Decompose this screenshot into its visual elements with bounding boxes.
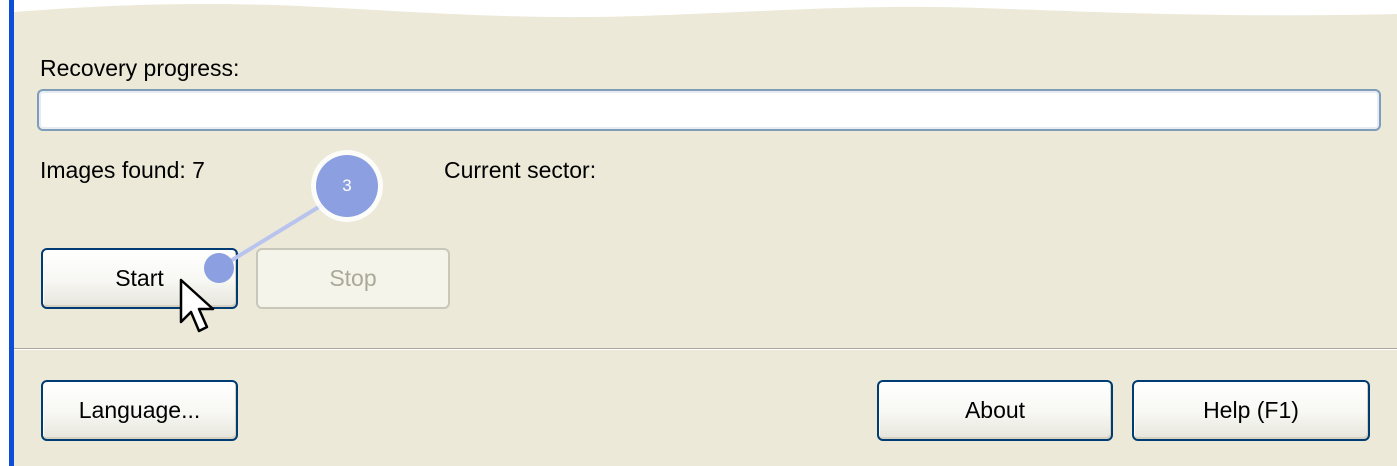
window-left-border <box>9 0 14 466</box>
help-button[interactable]: Help (F1) <box>1132 380 1370 441</box>
current-sector-status: Current sector: <box>444 157 597 183</box>
section-divider <box>14 348 1397 350</box>
recovery-progress-label: Recovery progress: <box>40 55 240 81</box>
about-button[interactable]: About <box>877 380 1113 441</box>
step-number: 3 <box>342 176 352 195</box>
recovery-window-fragment: Recovery progress: Images found: 7 Curre… <box>0 0 1397 466</box>
start-button[interactable]: Start <box>41 248 238 309</box>
stop-button[interactable]: Stop <box>256 248 450 309</box>
language-button[interactable]: Language... <box>41 380 238 441</box>
recovery-progress-bar <box>37 89 1381 131</box>
images-found-status: Images found: 7 <box>40 157 205 183</box>
